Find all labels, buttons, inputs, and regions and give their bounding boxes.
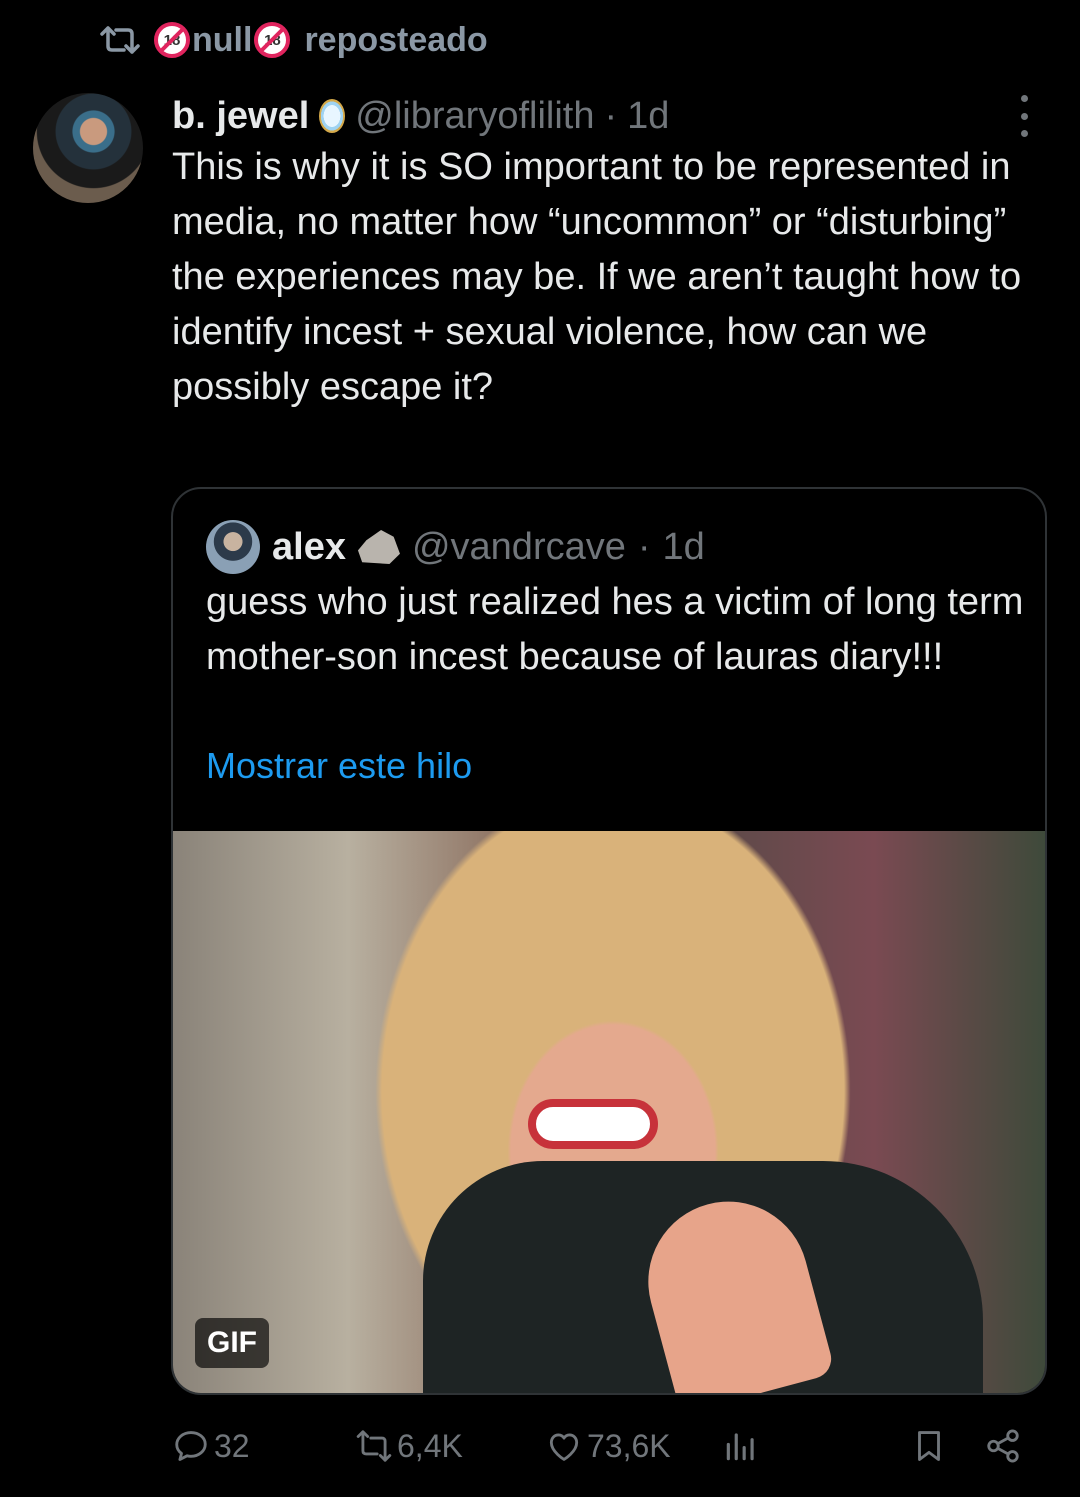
reply-icon	[175, 1431, 207, 1461]
reposter-name[interactable]: null	[192, 21, 252, 60]
repost-icon	[100, 26, 140, 54]
tweet-header: b. jewel @libraryoflilith · 1d	[172, 92, 669, 140]
gif-figure-mouth	[528, 1099, 658, 1149]
repost-label: reposteado	[304, 20, 488, 59]
tweet-page: 18 null 18 reposteado b. jewel @libraryo…	[0, 0, 1080, 1497]
quoted-author-display-name: alex	[272, 525, 346, 568]
tweet-text: This is why it is SO important to be rep…	[172, 146, 1022, 408]
repost-icon	[356, 1430, 392, 1462]
gif-badge: GIF	[195, 1318, 269, 1368]
mirror-emoji-icon	[319, 99, 346, 133]
under-18-badge-icon: 18	[254, 22, 291, 58]
author-avatar[interactable]	[33, 93, 143, 203]
share-button[interactable]	[984, 1416, 1022, 1476]
repost-count: 6,4K	[397, 1427, 463, 1464]
separator-dot: ·	[604, 94, 618, 137]
author-handle[interactable]: @libraryoflilith	[355, 95, 594, 138]
rock-emoji-icon	[357, 530, 400, 564]
share-icon	[987, 1429, 1019, 1463]
quoted-tweet-text: guess who just realized hes a victim of …	[206, 581, 1024, 678]
action-bar: 32 6,4K 73,6K	[172, 1416, 1032, 1476]
views-button[interactable]	[722, 1416, 760, 1476]
repost-banner[interactable]: 18 null 18 reposteado	[100, 18, 488, 62]
quoted-author-handle: @vandrcave	[411, 525, 626, 568]
quoted-tweet-card[interactable]: alex @vandrcave · 1d guess who just real…	[171, 487, 1047, 1395]
author-display-name[interactable]: b. jewel	[172, 95, 309, 138]
analytics-icon	[726, 1433, 754, 1461]
bookmark-icon	[918, 1431, 940, 1461]
quoted-author-avatar	[206, 520, 260, 574]
like-button[interactable]: 73,6K	[545, 1416, 671, 1476]
under-18-badge-icon: 18	[154, 22, 190, 58]
reply-count: 32	[214, 1427, 250, 1464]
more-options-icon[interactable]	[1010, 95, 1038, 137]
tweet-timestamp[interactable]: 1d	[627, 95, 669, 138]
gif-media[interactable]: GIF	[173, 831, 1045, 1393]
quoted-tweet-timestamp: 1d	[662, 525, 705, 568]
separator-dot: ·	[637, 525, 651, 568]
heart-icon	[549, 1433, 579, 1461]
show-thread-link[interactable]: Mostrar este hilo	[206, 745, 472, 787]
quoted-tweet-header: alex @vandrcave · 1d	[206, 519, 705, 575]
like-count: 73,6K	[587, 1427, 671, 1464]
repost-button[interactable]: 6,4K	[355, 1416, 463, 1476]
bookmark-button[interactable]	[910, 1416, 948, 1476]
reply-button[interactable]: 32	[172, 1416, 250, 1476]
